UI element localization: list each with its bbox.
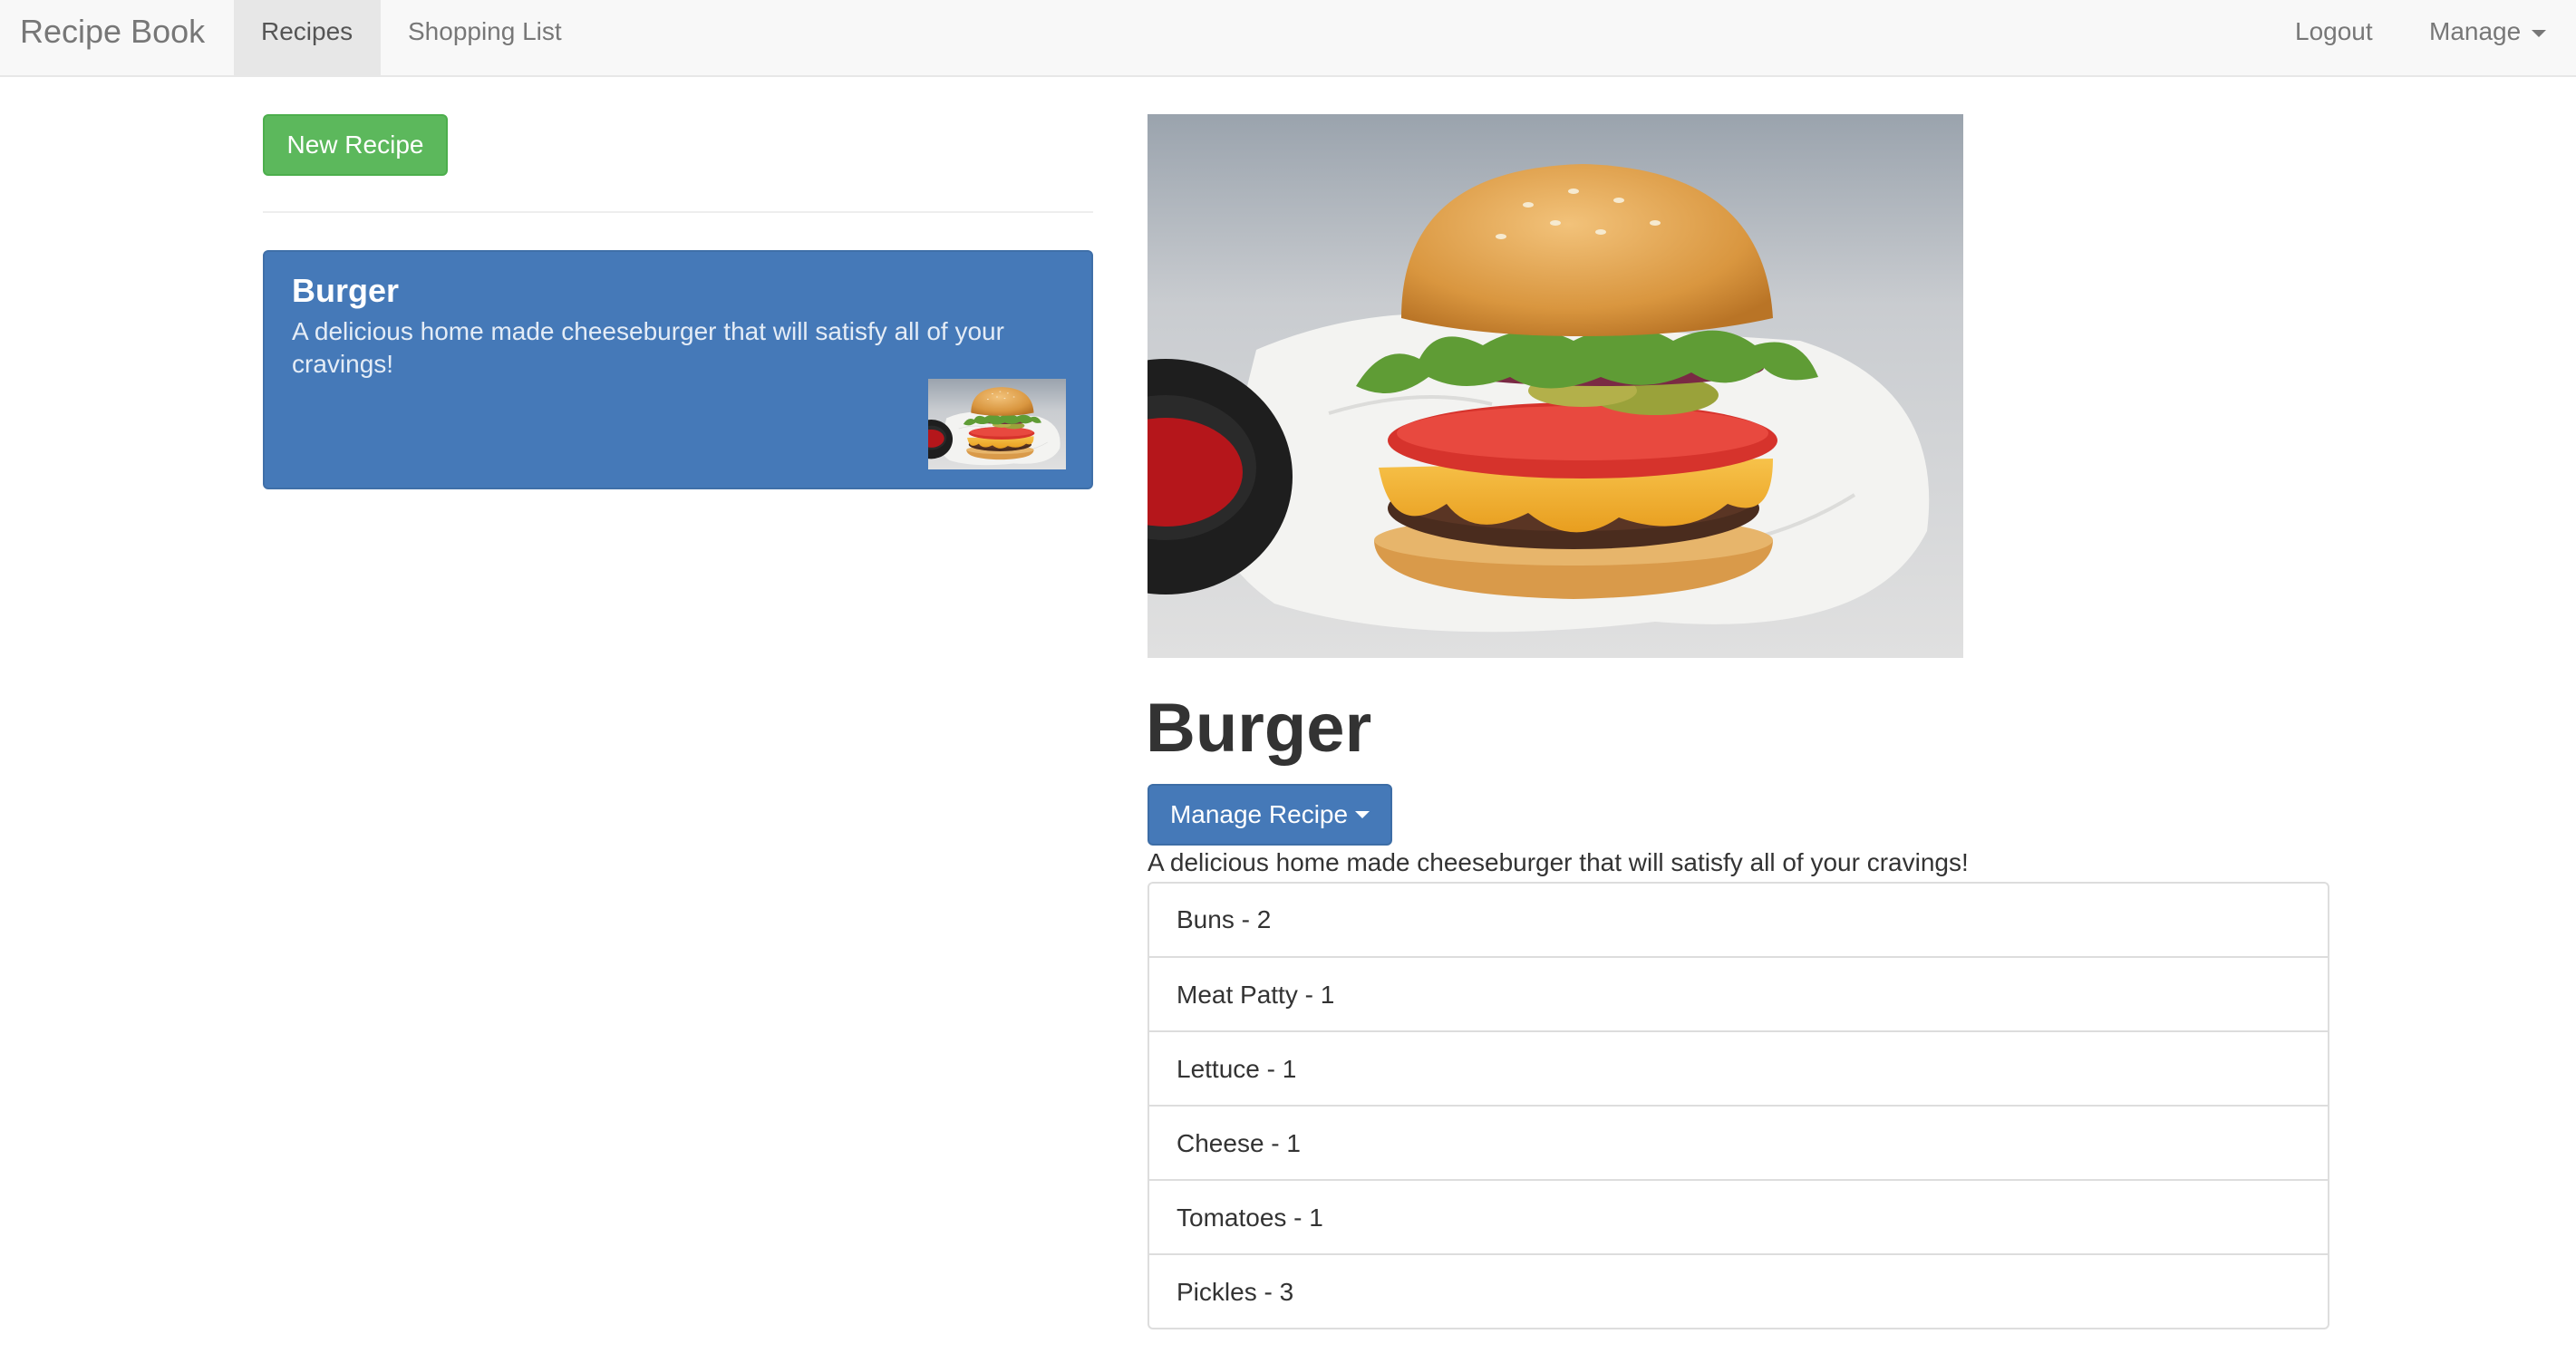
- recipe-image: [1148, 114, 1963, 658]
- ingredient-item[interactable]: Cheese - 1: [1149, 1105, 2328, 1179]
- ingredient-item[interactable]: Lettuce - 1: [1149, 1030, 2328, 1105]
- brand-link[interactable]: Recipe Book: [20, 0, 205, 75]
- ingredient-item[interactable]: Meat Patty - 1: [1149, 956, 2328, 1030]
- recipe-item-title: Burger: [292, 272, 400, 309]
- navbar: Recipe Book Recipes Shopping List Logout…: [0, 0, 2576, 77]
- logout-link[interactable]: Logout: [2268, 0, 2400, 75]
- recipe-item-description: A delicious home made cheeseburger that …: [292, 317, 1004, 378]
- divider: [263, 211, 1093, 213]
- nav-shopping-list[interactable]: Shopping List: [381, 0, 589, 75]
- recipe-list-item[interactable]: Burger A delicious home made cheeseburge…: [263, 250, 1093, 489]
- caret-down-icon: [1355, 811, 1370, 818]
- recipe-item-thumbnail: [928, 379, 1066, 469]
- manage-recipe-button[interactable]: Manage Recipe: [1148, 784, 1392, 846]
- ingredient-item[interactable]: Buns - 2: [1149, 884, 2328, 956]
- caret-down-icon: [2532, 29, 2547, 37]
- ingredient-item[interactable]: Pickles - 3: [1149, 1253, 2328, 1328]
- nav-recipes[interactable]: Recipes: [234, 0, 381, 75]
- manage-dropdown[interactable]: Manage: [2402, 0, 2573, 75]
- recipe-description: A delicious home made cheeseburger that …: [1148, 848, 1969, 876]
- recipe-title: Burger: [1146, 690, 1372, 767]
- manage-dropdown-label: Manage: [2429, 17, 2522, 45]
- ingredient-list: Buns - 2 Meat Patty - 1 Lettuce - 1 Chee…: [1148, 882, 2329, 1329]
- manage-recipe-label: Manage Recipe: [1169, 800, 1349, 828]
- new-recipe-button[interactable]: New Recipe: [263, 114, 448, 176]
- ingredient-item[interactable]: Tomatoes - 1: [1149, 1179, 2328, 1253]
